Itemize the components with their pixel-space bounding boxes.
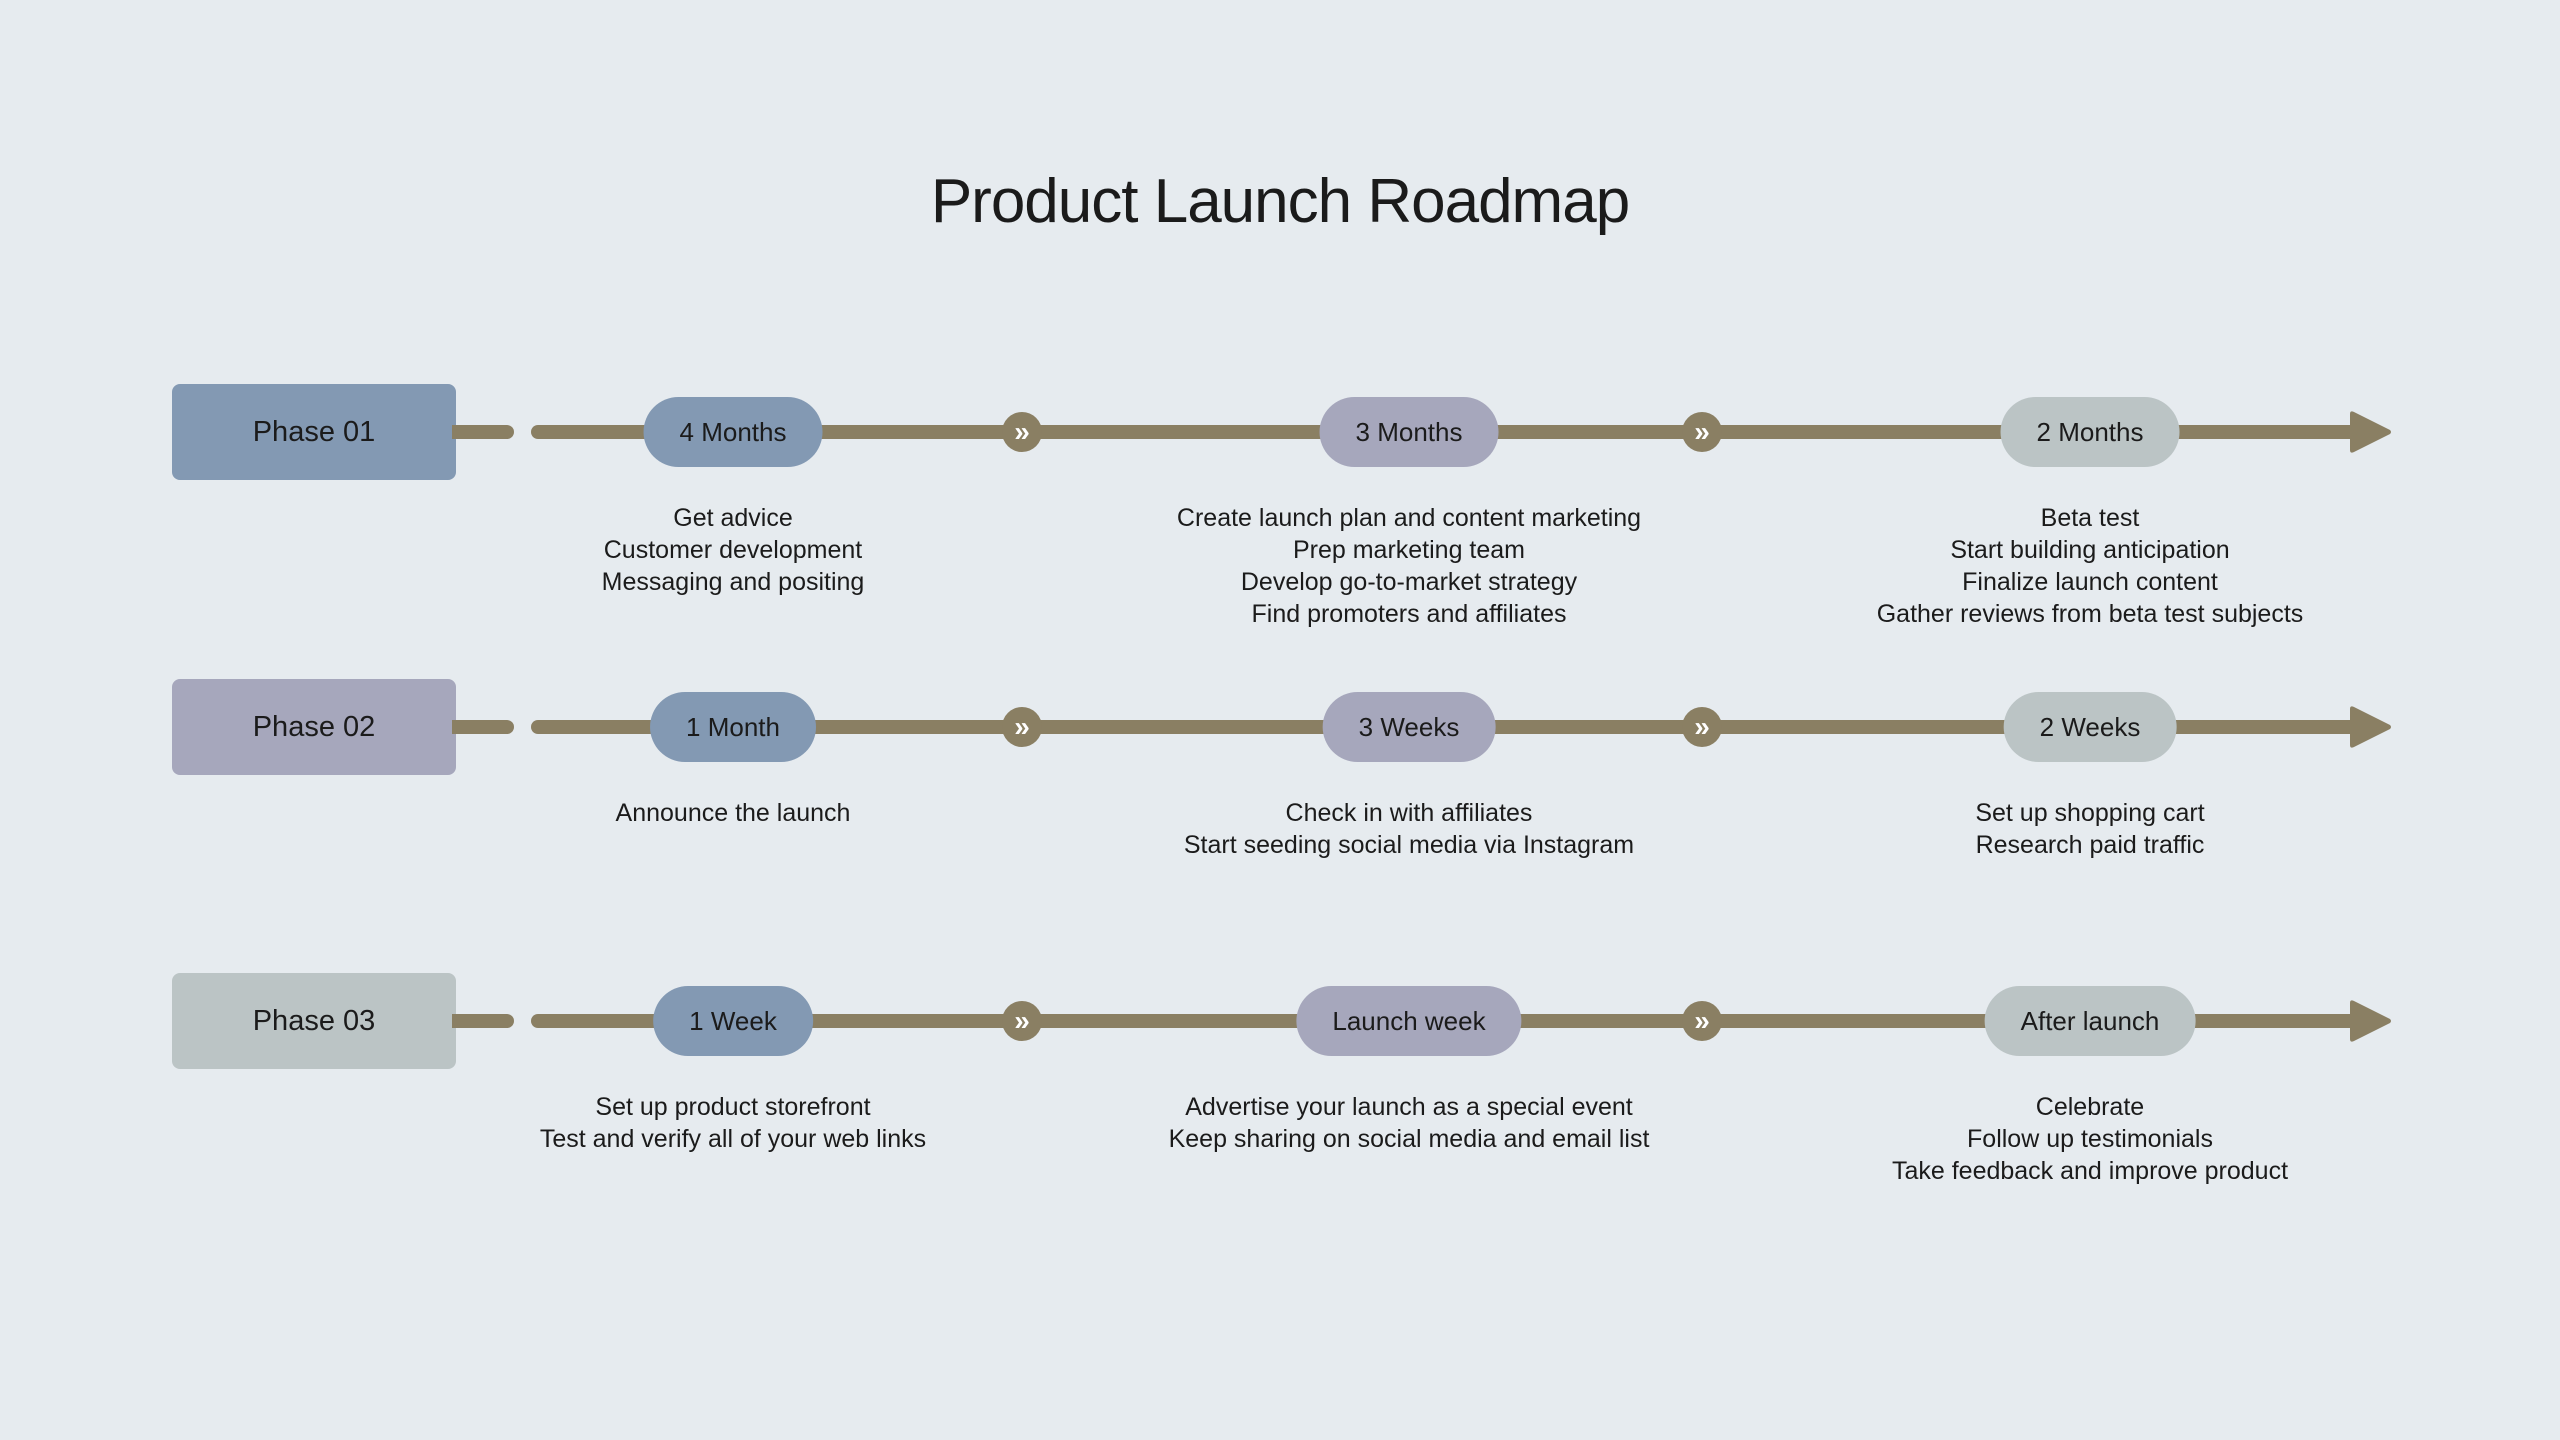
connector-stub — [452, 720, 514, 734]
task-item: Start seeding social media via Instagram — [1183, 831, 1635, 859]
page-title: Product Launch Roadmap — [930, 167, 1630, 236]
duration-pill: 4 Months — [643, 397, 823, 467]
duration-pill: 1 Week — [653, 986, 813, 1056]
chevron-right-icon: » — [1682, 707, 1722, 747]
task-item: Test and verify all of your web links — [539, 1125, 927, 1153]
task-item: Get advice — [673, 504, 793, 532]
task-item: Keep sharing on social media and email l… — [1168, 1125, 1650, 1153]
chevron-right-icon: » — [1682, 412, 1722, 452]
task-item: Develop go-to-market strategy — [1240, 568, 1578, 596]
task-item: Beta test — [2040, 504, 2140, 532]
task-item: Research paid traffic — [1975, 831, 2205, 859]
duration-pill: 1 Month — [650, 692, 816, 762]
chevron-right-icon: » — [1682, 1001, 1722, 1041]
chevron-right-icon: » — [1002, 707, 1042, 747]
phase-label: Phase 02 — [172, 679, 456, 775]
phase-label: Phase 03 — [172, 973, 456, 1069]
duration-pill: 2 Weeks — [2003, 692, 2177, 762]
task-list: Create launch plan and content marketing… — [1177, 502, 1641, 630]
duration-pill: After launch — [1984, 986, 2196, 1056]
task-item: Set up product storefront — [595, 1093, 871, 1121]
task-item: Prep marketing team — [1292, 536, 1526, 564]
chevron-right-icon: » — [1002, 1001, 1042, 1041]
task-item: Start building anticipation — [1950, 536, 2230, 564]
task-item: Advertise your launch as a special event — [1185, 1093, 1633, 1121]
duration-pill: Launch week — [1296, 986, 1522, 1056]
task-item: Finalize launch content — [1962, 568, 2218, 596]
connector-stub — [452, 1014, 514, 1028]
task-list: Check in with affiliates Start seeding so… — [1184, 797, 1634, 861]
task-item: Create launch plan and content marketing — [1176, 504, 1642, 532]
task-item: Celebrate — [2035, 1093, 2145, 1121]
task-item: Gather reviews from beta test subjects — [1876, 600, 2304, 628]
connector-stub — [452, 425, 514, 439]
task-item: Check in with affiliates — [1285, 799, 1533, 827]
task-list: Set up product storefront Test and verify… — [540, 1091, 926, 1155]
task-list: Beta test Start building anticipation Fina… — [1877, 502, 2304, 630]
duration-pill: 2 Months — [2000, 397, 2180, 467]
task-item: Messaging and positing — [601, 568, 865, 596]
task-list: Announce the launch — [616, 797, 851, 829]
task-item: Customer development — [603, 536, 863, 564]
task-list: Celebrate Follow up testimonials Take feed… — [1892, 1091, 2288, 1187]
phase-label: Phase 01 — [172, 384, 456, 480]
duration-pill: 3 Weeks — [1322, 692, 1496, 762]
task-list: Get advice Customer development Messaging … — [602, 502, 865, 598]
task-item: Announce the launch — [615, 799, 851, 827]
duration-pill: 3 Months — [1319, 397, 1499, 467]
task-list: Advertise your launch as a special event… — [1169, 1091, 1650, 1155]
task-list: Set up shopping cart Research paid traffi… — [1975, 797, 2204, 861]
task-item: Take feedback and improve product — [1891, 1157, 2289, 1185]
task-item: Set up shopping cart — [1975, 799, 2205, 827]
chevron-right-icon: » — [1002, 412, 1042, 452]
task-item: Follow up testimonials — [1967, 1125, 2213, 1153]
task-item: Find promoters and affiliates — [1251, 600, 1567, 628]
